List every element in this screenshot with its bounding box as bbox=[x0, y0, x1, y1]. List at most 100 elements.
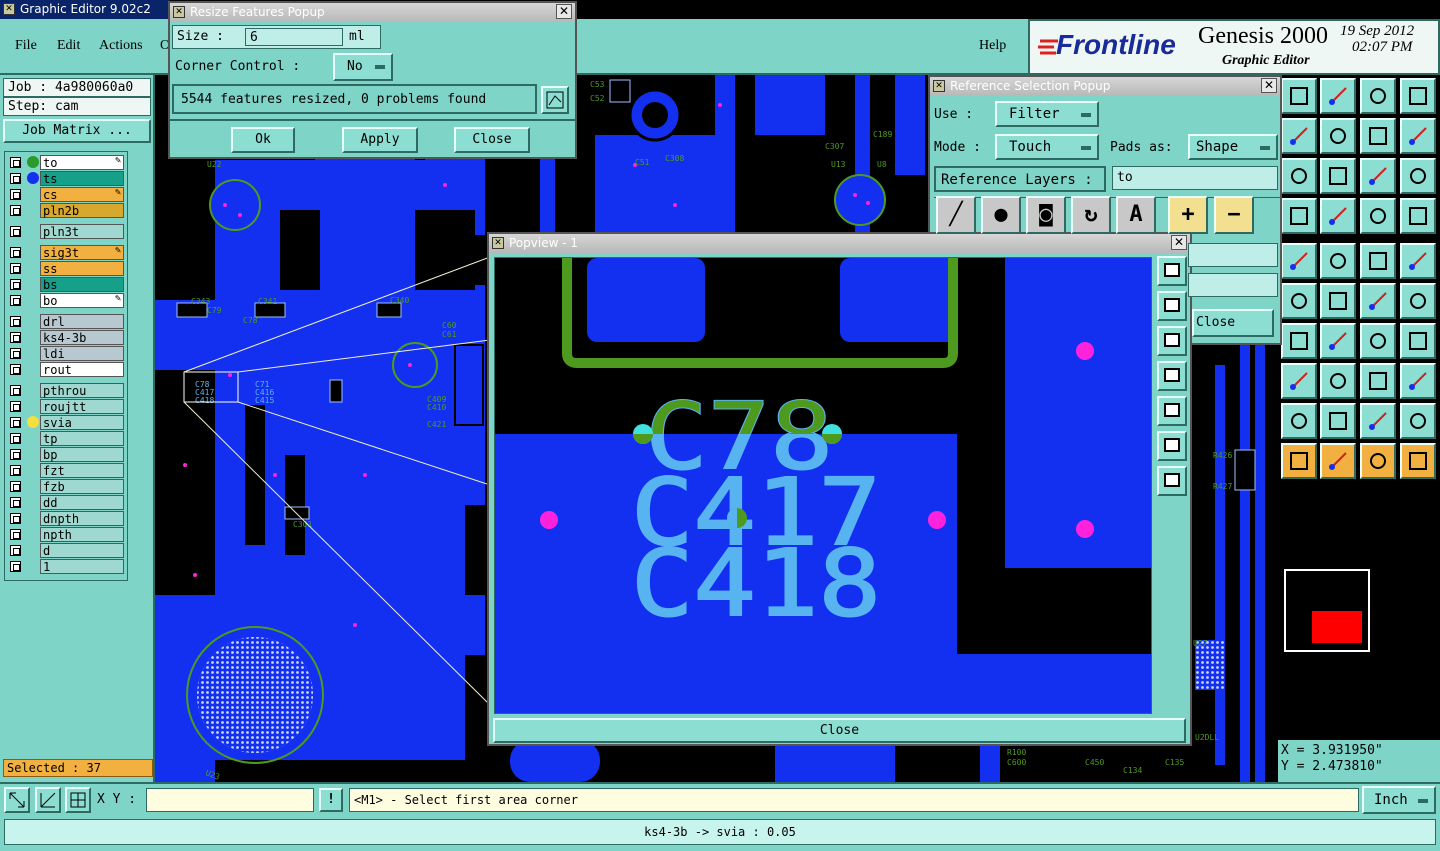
layer-checkbox[interactable] bbox=[10, 332, 21, 343]
alert-button[interactable]: ! bbox=[319, 788, 343, 812]
layer-row-pln2b[interactable]: pln2b bbox=[8, 203, 124, 218]
drc-icon[interactable] bbox=[1400, 198, 1436, 234]
fit-icon[interactable] bbox=[1157, 326, 1187, 356]
layer-row-dd[interactable]: dd bbox=[8, 495, 124, 510]
arrow-up-right-icon[interactable] bbox=[1360, 283, 1396, 319]
job-matrix-button[interactable]: Job Matrix ... bbox=[3, 119, 151, 143]
menu-help[interactable]: Help bbox=[979, 38, 1006, 54]
popview-canvas[interactable]: C78 C78 C417 C418 bbox=[494, 257, 1152, 714]
layer-checkbox[interactable] bbox=[10, 449, 21, 460]
layer-row-npth[interactable]: npth bbox=[8, 527, 124, 542]
layer-row-pln3t[interactable]: pln3t bbox=[8, 224, 124, 239]
layer-row-d[interactable]: d bbox=[8, 543, 124, 558]
layer-in-icon[interactable] bbox=[1281, 118, 1317, 154]
reference-close-button[interactable]: Close bbox=[1192, 309, 1274, 337]
snap-pad-icon[interactable] bbox=[1281, 243, 1317, 279]
pan-icon[interactable] bbox=[1320, 158, 1356, 194]
layer-row-roujtt[interactable]: roujtt bbox=[8, 399, 124, 414]
message-log-button[interactable] bbox=[541, 86, 569, 114]
units-dropdown[interactable]: Inch bbox=[1362, 786, 1436, 814]
menu-file[interactable]: File bbox=[15, 38, 37, 54]
zoom-1-2-icon[interactable] bbox=[1360, 158, 1396, 194]
layer-row-1[interactable]: 1 bbox=[8, 559, 124, 574]
layer-row-sig3t[interactable]: sig3t ✎ bbox=[8, 245, 124, 260]
popview-close-button[interactable]: Close bbox=[493, 718, 1186, 743]
surface-tool-icon[interactable]: ◙ bbox=[1026, 196, 1066, 234]
wrench-icon[interactable] bbox=[1281, 198, 1317, 234]
layer-out-icon[interactable] bbox=[1320, 118, 1356, 154]
snap-button[interactable] bbox=[35, 787, 61, 813]
layer-checkbox[interactable] bbox=[10, 263, 21, 274]
layer-checkbox[interactable] bbox=[10, 226, 21, 237]
layer-checkbox[interactable] bbox=[10, 465, 21, 476]
angle-icon[interactable] bbox=[1281, 323, 1317, 359]
resize-icon[interactable] bbox=[1360, 363, 1396, 399]
layer-row-ks4-3b[interactable]: ks4-3b bbox=[8, 330, 124, 345]
menu-actions[interactable]: Actions bbox=[99, 38, 143, 54]
layer-row-ts[interactable]: ts bbox=[8, 171, 124, 186]
layer-checkbox[interactable] bbox=[10, 401, 21, 412]
layer-checkbox[interactable] bbox=[10, 316, 21, 327]
grid-button[interactable] bbox=[65, 787, 91, 813]
pads-as-dropdown[interactable]: Shape bbox=[1188, 134, 1278, 160]
pan-left-icon[interactable] bbox=[1157, 361, 1187, 391]
line-icon[interactable] bbox=[1320, 243, 1356, 279]
select-arrow-icon[interactable] bbox=[1281, 443, 1317, 479]
layer-checkbox[interactable] bbox=[10, 295, 21, 306]
select-net-icon[interactable] bbox=[1400, 443, 1436, 479]
arc-icon[interactable] bbox=[1360, 323, 1396, 359]
layer-row-bp[interactable]: bp bbox=[8, 447, 124, 462]
layer-checkbox[interactable] bbox=[10, 481, 21, 492]
layer-row-fzb[interactable]: fzb bbox=[8, 479, 124, 494]
move-icon[interactable] bbox=[1281, 363, 1317, 399]
reference-popup-titlebar[interactable]: ✕ Reference Selection Popup ✕ bbox=[930, 77, 1280, 96]
layer-checkbox[interactable] bbox=[10, 529, 21, 540]
layer-row-cs[interactable]: cs ✎ bbox=[8, 187, 124, 202]
pad-tool-icon[interactable]: ● bbox=[981, 196, 1021, 234]
layer-row-fzt[interactable]: fzt bbox=[8, 463, 124, 478]
layer-checkbox[interactable] bbox=[10, 385, 21, 396]
layer-checkbox[interactable] bbox=[10, 417, 21, 428]
layer-checkbox[interactable] bbox=[10, 157, 21, 168]
apply-button[interactable]: Apply bbox=[342, 127, 418, 153]
layer-checkbox[interactable] bbox=[10, 364, 21, 375]
triangle-arrow-icon[interactable] bbox=[1320, 403, 1356, 439]
layer-checkbox[interactable] bbox=[10, 189, 21, 200]
layer-row-bo[interactable]: bo ✎ bbox=[8, 293, 124, 308]
triangle-icon[interactable] bbox=[1281, 403, 1317, 439]
popview-titlebar[interactable]: ✕ Popview - 1 ✕ bbox=[489, 234, 1190, 253]
layer-checkbox[interactable] bbox=[10, 173, 21, 184]
layer-checkbox[interactable] bbox=[10, 348, 21, 359]
layer-checkbox[interactable] bbox=[10, 561, 21, 572]
text-tool-icon[interactable]: A bbox=[1116, 196, 1156, 234]
close-icon[interactable]: ✕ bbox=[1261, 78, 1277, 93]
select-poly-icon[interactable] bbox=[1360, 443, 1396, 479]
mini-map[interactable] bbox=[1284, 569, 1370, 652]
layer-row-dnpth[interactable]: dnpth bbox=[8, 511, 124, 526]
layer-checkbox[interactable] bbox=[10, 433, 21, 444]
layer-row-ldi[interactable]: ldi bbox=[8, 346, 124, 361]
ok-button[interactable]: Ok bbox=[231, 127, 295, 153]
remove-icon[interactable]: − bbox=[1214, 196, 1254, 234]
help-icon[interactable] bbox=[1400, 158, 1436, 194]
layer-checkbox[interactable] bbox=[10, 247, 21, 258]
layer-checkbox[interactable] bbox=[10, 545, 21, 556]
grid-icon[interactable] bbox=[1320, 198, 1356, 234]
resize-popup-titlebar[interactable]: ✕ Resize Features Popup ✕ bbox=[170, 3, 575, 22]
layer-row-ss[interactable]: ss bbox=[8, 261, 124, 276]
center-icon[interactable] bbox=[1157, 466, 1187, 496]
rotate-icon[interactable] bbox=[1360, 118, 1396, 154]
arrow-diag-icon[interactable] bbox=[1400, 283, 1436, 319]
zoom-in-icon[interactable] bbox=[1157, 256, 1187, 286]
ref-layers-input[interactable]: to bbox=[1112, 166, 1278, 190]
select-box-icon[interactable] bbox=[1320, 443, 1356, 479]
slash-icon[interactable] bbox=[1320, 323, 1356, 359]
group-icon[interactable] bbox=[1400, 363, 1436, 399]
corner-control-dropdown[interactable]: No bbox=[333, 53, 393, 81]
layer-checkbox[interactable] bbox=[10, 497, 21, 508]
menu-edit[interactable]: Edit bbox=[57, 38, 80, 54]
center-icon[interactable] bbox=[1281, 158, 1317, 194]
xy-input[interactable] bbox=[146, 788, 314, 812]
flip-f-icon[interactable] bbox=[1400, 323, 1436, 359]
close-icon[interactable]: ✕ bbox=[1171, 235, 1187, 250]
